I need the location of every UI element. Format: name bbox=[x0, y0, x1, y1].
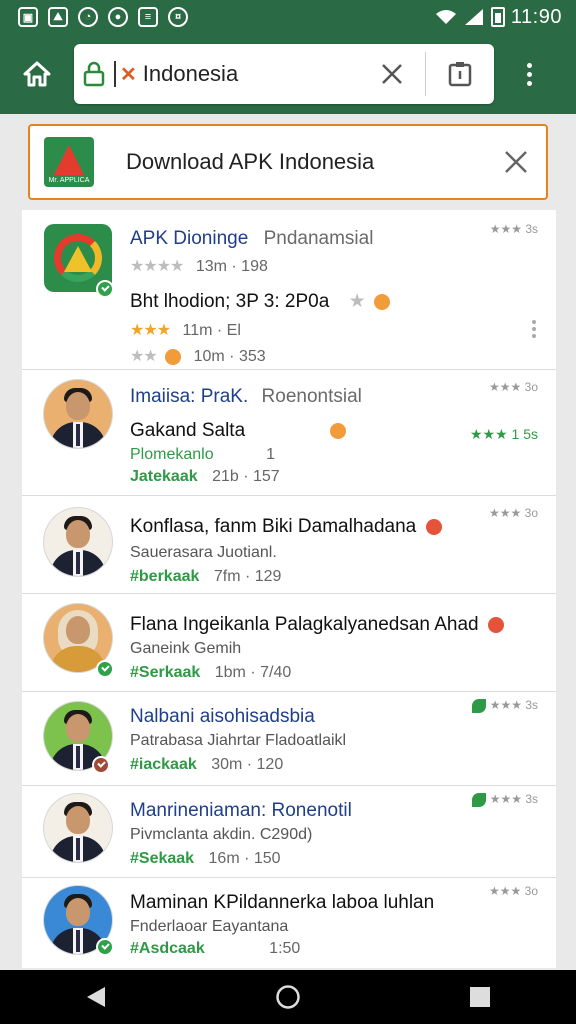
clock: 11:90 bbox=[510, 5, 562, 28]
rating-tag: ★★★ 3o bbox=[489, 884, 538, 898]
result-meta: #iackaak 30m · 120 bbox=[130, 756, 284, 773]
tab-switcher-button[interactable] bbox=[444, 58, 476, 90]
result-subtitle: Sauerasara Juotianl. bbox=[130, 544, 277, 561]
rating-tag: ★★★ 3s bbox=[471, 698, 538, 713]
badge-icon bbox=[92, 756, 110, 774]
rating-tag: ★★★ 1 5s bbox=[469, 426, 538, 442]
home-icon bbox=[23, 61, 51, 87]
result-title[interactable]: APK Dioninge Pndanamsial bbox=[130, 228, 373, 250]
battery-icon bbox=[490, 7, 505, 27]
circle-icon: ◔ bbox=[78, 7, 98, 27]
wallet-icon: ¤ bbox=[168, 7, 188, 27]
notes-icon: ≡ bbox=[138, 7, 158, 27]
emoji-icon bbox=[330, 422, 347, 439]
result-subtitle: Gakand Salta bbox=[130, 420, 347, 442]
signal-icon bbox=[464, 9, 483, 25]
rating-tag: ★★★ 3o bbox=[489, 506, 538, 520]
status-bar: ▣ ⛰ ◔ ● ≡ ¤ 11:90 bbox=[0, 0, 576, 34]
browser-toolbar: ✕ Indonesia bbox=[0, 34, 576, 114]
result-meta: Plomekanlo 1 bbox=[130, 446, 275, 463]
result-meta: #Asdcaak 1:50 bbox=[130, 940, 301, 957]
result-title[interactable]: Manrineniaman: Ronenotil bbox=[130, 800, 352, 822]
star-rating-icon: ★★★★ bbox=[130, 258, 184, 275]
text-cursor bbox=[114, 61, 116, 87]
suggestion-close-button[interactable] bbox=[500, 146, 532, 178]
list-item[interactable]: Manrineniaman: Ronenotil ★★★ 3s Pivmclan… bbox=[22, 786, 556, 878]
url-bar[interactable]: ✕ Indonesia bbox=[74, 44, 494, 104]
result-meta: #berkaak 7fm · 129 bbox=[130, 568, 282, 585]
emoji-icon bbox=[487, 616, 504, 633]
list-item[interactable]: APK Dioninge Pndanamsial ★★★ 3s ★★★★ 13m… bbox=[22, 210, 556, 370]
emoji-icon bbox=[425, 518, 442, 535]
leaf-icon bbox=[471, 792, 486, 807]
emoji-icon bbox=[165, 348, 182, 365]
result-meta: ★★ 10m · 353 bbox=[130, 348, 266, 365]
home-nav-icon bbox=[276, 985, 300, 1009]
result-title[interactable]: Flana Ingeikanla Palagkalyanedsan Ahad bbox=[130, 614, 504, 636]
system-nav-bar bbox=[0, 970, 576, 1024]
suggestion-text: Download APK Indonesia bbox=[126, 149, 375, 174]
list-item[interactable]: Nalbani aisohisadsbia ★★★ 3s Patrabasa J… bbox=[22, 692, 556, 786]
list-item[interactable]: Imaiisa: PraK. Roenontsial ★★★ 3o Gakand… bbox=[22, 370, 556, 496]
result-title[interactable]: Nalbani aisohisadsbia bbox=[130, 706, 315, 728]
avatar bbox=[44, 794, 112, 862]
recents-icon bbox=[470, 987, 490, 1007]
rating-tag: ★★★ 3s bbox=[471, 792, 538, 807]
download-suggestion[interactable]: Mr. APPLICA Download APK Indonesia bbox=[28, 124, 548, 200]
recents-button[interactable] bbox=[450, 970, 510, 1024]
back-button[interactable] bbox=[66, 970, 126, 1024]
more-options-icon[interactable] bbox=[532, 320, 536, 338]
list-item[interactable]: Flana Ingeikanla Palagkalyanedsan Ahad G… bbox=[22, 594, 556, 692]
verified-badge-icon bbox=[96, 280, 114, 298]
result-title[interactable]: Imaiisa: PraK. Roenontsial bbox=[130, 386, 362, 408]
result-title[interactable]: Konflasa, fanm Biki Damalhadana bbox=[130, 516, 442, 538]
lock-icon bbox=[74, 61, 114, 87]
verified-badge-icon bbox=[96, 938, 114, 956]
result-subtitle: Fnderlaoar Eayantana bbox=[130, 918, 289, 935]
rating-tag: ★★★ 3o bbox=[489, 380, 538, 394]
back-icon bbox=[87, 987, 105, 1007]
camera-icon: ● bbox=[108, 7, 128, 27]
result-meta: #Serkaak 1bm · 7/40 bbox=[130, 664, 292, 681]
site-favicon: ✕ bbox=[120, 63, 137, 86]
clear-url-button[interactable] bbox=[376, 56, 408, 92]
emoji-icon bbox=[373, 293, 390, 310]
result-subtitle: Pivmclanta akdin. C290d) bbox=[130, 826, 313, 843]
list-item[interactable]: Maminan KPildannerka laboa luhlan ★★★ 3o… bbox=[22, 878, 556, 968]
wifi-icon bbox=[435, 10, 456, 24]
url-divider bbox=[425, 52, 426, 96]
rating-tag: ★★★ 3s bbox=[489, 222, 538, 236]
tab-icon bbox=[448, 62, 472, 87]
apk-logo: Mr. APPLICA bbox=[44, 137, 94, 187]
star-rating-icon: ★★★ bbox=[130, 322, 171, 339]
home-nav-button[interactable] bbox=[258, 970, 318, 1024]
image-icon: ⛰ bbox=[48, 7, 68, 27]
result-meta: ★★★ 11m · El bbox=[130, 322, 241, 339]
gallery-icon: ▣ bbox=[18, 7, 38, 27]
results-list: APK Dioninge Pndanamsial ★★★ 3s ★★★★ 13m… bbox=[22, 210, 556, 968]
result-meta: ★★★★ 13m · 198 bbox=[130, 258, 268, 275]
list-item[interactable]: Konflasa, fanm Biki Damalhadana ★★★ 3o S… bbox=[22, 496, 556, 594]
clear-icon bbox=[382, 64, 402, 84]
avatar bbox=[44, 508, 112, 576]
star-rating-icon: ★★ bbox=[130, 348, 158, 365]
close-icon bbox=[505, 151, 527, 173]
verified-badge-icon bbox=[96, 660, 114, 678]
result-subtitle: Ganeink Gemih bbox=[130, 640, 242, 657]
result-subtitle: Bht lhodion; 3P 3: 2P0a ★ bbox=[130, 290, 390, 313]
leaf-icon bbox=[471, 698, 486, 713]
star-icon: ★ bbox=[348, 291, 366, 312]
home-button[interactable] bbox=[0, 34, 74, 114]
result-meta: Jatekaak 21b · 157 bbox=[130, 468, 280, 485]
more-vert-icon[interactable] bbox=[494, 34, 564, 114]
avatar bbox=[44, 380, 112, 448]
result-subtitle: Patrabasa Jiahrtar Fladoatlaikl bbox=[130, 732, 347, 749]
url-input[interactable]: Indonesia bbox=[143, 61, 238, 87]
result-title[interactable]: Maminan KPildannerka laboa luhlan bbox=[130, 892, 434, 914]
result-meta: #Sekaak 16m · 150 bbox=[130, 850, 281, 867]
